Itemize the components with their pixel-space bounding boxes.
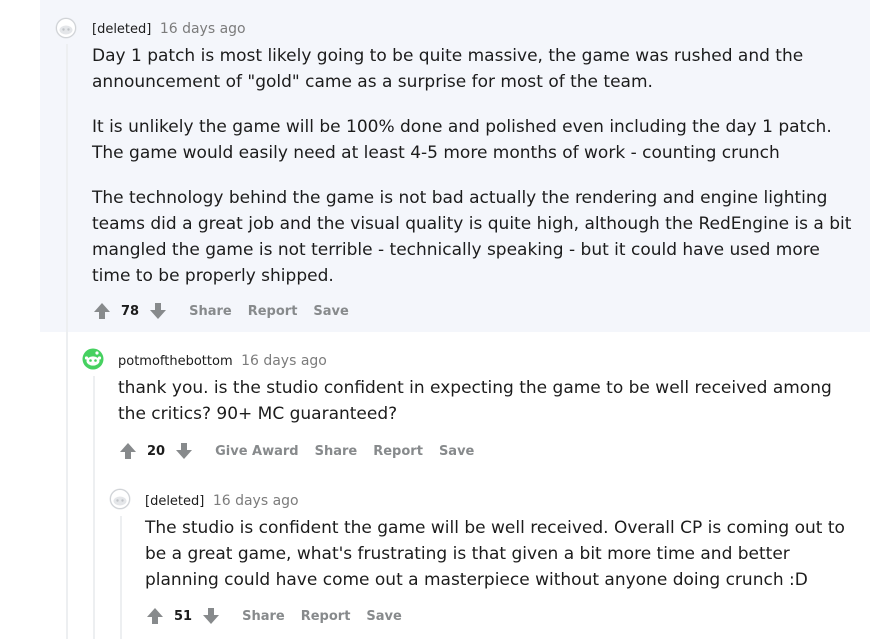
comment-author[interactable]: potmofthebottom xyxy=(118,354,233,369)
comment-actions: 78 Share Report Save xyxy=(91,299,349,323)
save-button[interactable]: Save xyxy=(439,444,474,459)
comment-author[interactable]: [deleted] xyxy=(145,494,204,509)
report-button[interactable]: Report xyxy=(301,609,351,624)
deleted-user-avatar xyxy=(55,17,77,39)
comment-timestamp[interactable]: 16 days ago xyxy=(160,21,246,37)
arrow-up-icon[interactable] xyxy=(117,440,139,462)
comment-timestamp[interactable]: 16 days ago xyxy=(241,353,327,369)
arrow-down-icon[interactable] xyxy=(147,300,169,322)
deleted-user-avatar xyxy=(109,488,131,510)
share-button[interactable]: Share xyxy=(315,444,358,459)
comment-body: thank you. is the studio confident in ex… xyxy=(118,375,858,446)
comment-meta: [deleted] 16 days ago xyxy=(92,20,246,39)
arrow-down-icon[interactable] xyxy=(173,440,195,462)
arrow-down-icon[interactable] xyxy=(200,605,222,627)
share-button[interactable]: Share xyxy=(189,304,232,319)
save-button[interactable]: Save xyxy=(366,609,401,624)
report-button[interactable]: Report xyxy=(373,444,423,459)
save-button[interactable]: Save xyxy=(313,304,348,319)
comment-author[interactable]: [deleted] xyxy=(92,22,151,37)
comment-body: The studio is confident the game will be… xyxy=(145,515,865,612)
comment-meta: [deleted] 16 days ago xyxy=(145,492,299,511)
report-button[interactable]: Report xyxy=(248,304,298,319)
comment-body: Day 1 patch is most likely going to be q… xyxy=(92,43,862,308)
comment-paragraph: Day 1 patch is most likely going to be q… xyxy=(92,46,804,92)
vote-score: 20 xyxy=(147,443,166,459)
thread-line[interactable] xyxy=(66,44,68,639)
arrow-up-icon[interactable] xyxy=(91,300,113,322)
thread-line[interactable] xyxy=(120,516,122,639)
thread-line[interactable] xyxy=(93,376,95,639)
comment-paragraph: The studio is confident the game will be… xyxy=(145,518,845,590)
vote-score: 51 xyxy=(174,608,193,624)
arrow-up-icon[interactable] xyxy=(144,605,166,627)
comment-meta: potmofthebottom 16 days ago xyxy=(118,352,327,371)
comment-actions: 51 Share Report Save xyxy=(144,604,402,628)
comment-timestamp[interactable]: 16 days ago xyxy=(213,493,299,509)
user-avatar[interactable] xyxy=(82,348,104,370)
comment-paragraph: thank you. is the studio confident in ex… xyxy=(118,378,832,424)
vote-score: 78 xyxy=(121,303,140,319)
comment-actions: 20 Give Award Share Report Save xyxy=(117,439,474,463)
comment-paragraph: The technology behind the game is not ba… xyxy=(92,188,852,286)
comment-paragraph: It is unlikely the game will be 100% don… xyxy=(92,117,832,163)
give-award-button[interactable]: Give Award xyxy=(215,444,299,459)
share-button[interactable]: Share xyxy=(242,609,285,624)
